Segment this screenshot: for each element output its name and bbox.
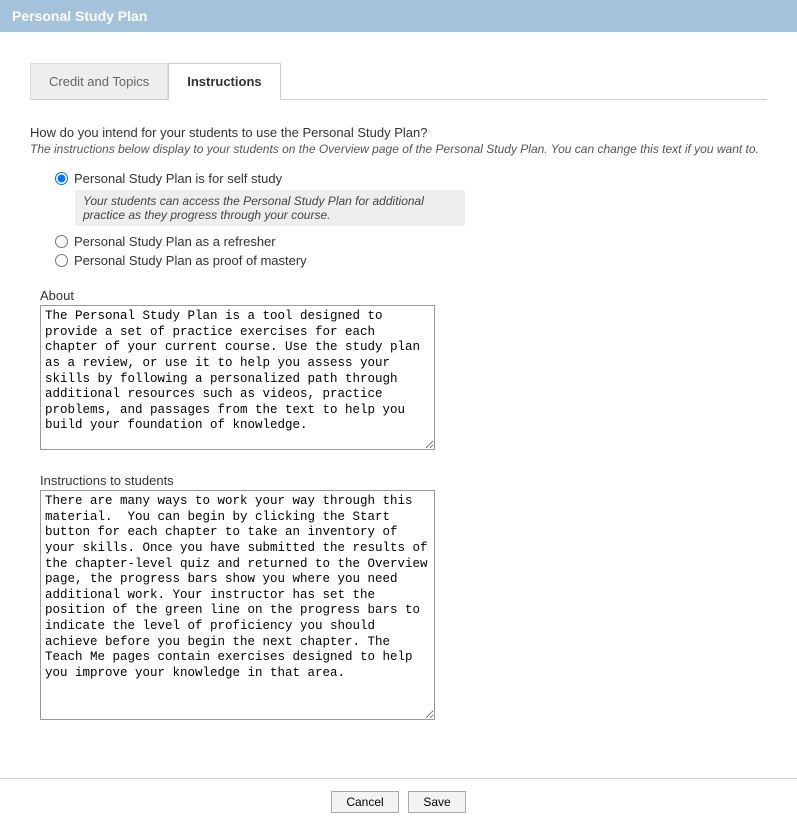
radio-row-refresher: Personal Study Plan as a refresher: [55, 234, 767, 249]
radio-mastery[interactable]: [55, 254, 68, 267]
tab-strip: Credit and Topics Instructions: [30, 62, 767, 100]
tab-instructions[interactable]: Instructions: [168, 63, 280, 100]
tab-label: Credit and Topics: [49, 74, 149, 89]
usage-radio-group: Personal Study Plan is for self study Yo…: [55, 171, 767, 268]
tab-label: Instructions: [187, 74, 261, 89]
about-block: About: [40, 288, 767, 453]
radio-label-mastery[interactable]: Personal Study Plan as proof of mastery: [74, 253, 307, 268]
about-textarea[interactable]: [40, 305, 435, 450]
radio-label-refresher[interactable]: Personal Study Plan as a refresher: [74, 234, 276, 249]
radio-selfstudy[interactable]: [55, 172, 68, 185]
about-label: About: [40, 288, 767, 303]
radio-row-selfstudy: Personal Study Plan is for self study: [55, 171, 767, 186]
radio-label-selfstudy[interactable]: Personal Study Plan is for self study: [74, 171, 282, 186]
page-header: Personal Study Plan: [0, 0, 797, 32]
tab-credit-and-topics[interactable]: Credit and Topics: [30, 63, 168, 100]
radio-row-mastery: Personal Study Plan as proof of mastery: [55, 253, 767, 268]
instructions-textarea[interactable]: [40, 490, 435, 720]
helper-text: The instructions below display to your s…: [30, 142, 767, 156]
content-area: Credit and Topics Instructions How do yo…: [0, 62, 797, 743]
instructions-block: Instructions to students: [40, 473, 767, 723]
radio-refresher[interactable]: [55, 235, 68, 248]
save-button[interactable]: Save: [408, 791, 465, 813]
page-title: Personal Study Plan: [12, 8, 147, 24]
question-heading: How do you intend for your students to u…: [30, 125, 767, 140]
instructions-label: Instructions to students: [40, 473, 767, 488]
radio-desc-selfstudy: Your students can access the Personal St…: [75, 190, 465, 226]
footer: Cancel Save: [0, 779, 797, 838]
cancel-button[interactable]: Cancel: [331, 791, 398, 813]
